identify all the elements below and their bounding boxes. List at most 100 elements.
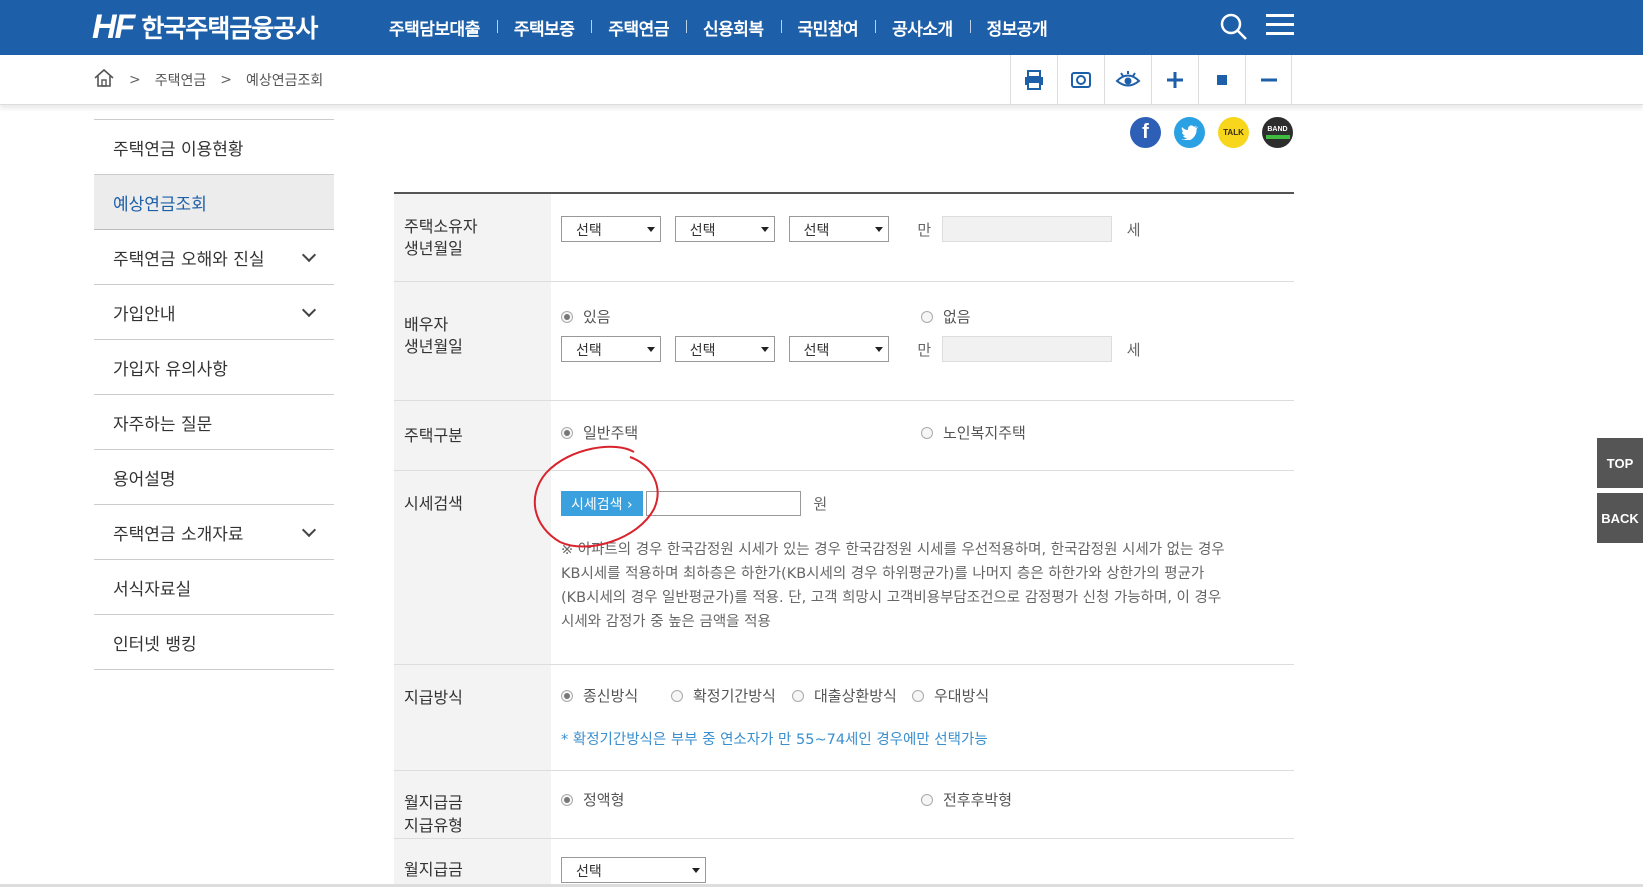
top-button[interactable]: TOP <box>1597 438 1643 488</box>
view-eye-icon[interactable] <box>1104 55 1151 105</box>
spouse-age-field <box>941 336 1112 362</box>
twitter-icon[interactable] <box>1174 117 1205 148</box>
row-label: 시세검색 <box>394 471 551 664</box>
radio-label: 정액형 <box>583 791 625 809</box>
row-label-line: 지급유형 <box>404 816 463 835</box>
home-icon[interactable] <box>93 68 115 92</box>
spouse-month-select[interactable]: 선택 <box>674 336 775 362</box>
breadcrumb-current: 예상연금조회 <box>246 73 324 89</box>
form-row-price: 시세검색 시세검색 › 원 ※ 아파트의 경우 한국감정원 시세가 있는 경우 … <box>394 471 1294 665</box>
form-row-house-type: 주택구분 일반주택 노인복지주택 <box>394 401 1294 471</box>
nav-pension[interactable]: 주택연금 <box>591 15 686 40</box>
sidebar-item-label: 가입안내 <box>113 304 176 325</box>
general-house-radio[interactable]: 일반주택 <box>561 422 638 443</box>
row-content: 종신방식 확정기간방식 대출상환방식 우대방식 * 확정기간방식은 부부 중 연… <box>551 665 1294 770</box>
menu-icon[interactable] <box>1266 14 1294 38</box>
nav-participation[interactable]: 국민참여 <box>780 15 876 40</box>
sidebar-item-label: 주택연금 이용현황 <box>113 139 244 160</box>
owner-day-select[interactable]: 선택 <box>788 216 889 242</box>
fixed-term-radio[interactable]: 확정기간방식 <box>671 685 776 706</box>
row-content: 선택 선택 선택 만 세 <box>551 194 1294 281</box>
back-button[interactable]: BACK <box>1597 493 1643 543</box>
spouse-yes-radio[interactable]: 있음 <box>561 306 611 327</box>
top-header: HF 한국주택금융공사 주택담보대출 주택보증 주택연금 신용회복 국민참여 공… <box>0 0 1643 55</box>
sidebar-item-glossary[interactable]: 용어설명 <box>94 450 334 505</box>
price-note-line: ※ 아파트의 경우 한국감정원 시세가 있는 경우 한국감정원 시세를 우선적용… <box>561 542 1225 558</box>
annotation-circle <box>533 445 659 548</box>
row-label-line: 생년월일 <box>404 337 463 356</box>
row-label: 월지급금 <box>394 839 551 887</box>
spouse-day-select[interactable]: 선택 <box>788 336 889 362</box>
nav-mortgage[interactable]: 주택담보대출 <box>372 15 497 40</box>
breadcrumb: > 주택연금 > 예상연금조회 <box>93 68 323 92</box>
row-label: 주택소유자 생년월일 <box>394 194 551 281</box>
sidebar-item-faq[interactable]: 자주하는 질문 <box>94 395 334 450</box>
kakaotalk-icon[interactable]: TALK <box>1218 117 1249 148</box>
sidebar-menu: 주택연금 이용현황 예상연금조회 주택연금 오해와 진실 가입안내 가입자 유의… <box>94 119 334 670</box>
sidebar-item-estimate[interactable]: 예상연금조회 <box>94 175 334 230</box>
loan-repay-radio[interactable]: 대출상환방식 <box>792 685 897 706</box>
monthly-select[interactable]: 선택 <box>561 857 706 883</box>
sidebar-item-label: 가입자 유의사항 <box>113 359 228 380</box>
row-content: 있음 없음 선택 선택 선택 만 세 <box>551 282 1294 400</box>
radio-dot <box>921 793 933 806</box>
age-prefix: 만 <box>917 220 932 239</box>
zoom-out-icon[interactable] <box>1245 55 1292 105</box>
price-note: ※ 아파트의 경우 한국감정원 시세가 있는 경우 한국감정원 시세를 우선적용… <box>561 538 1284 634</box>
radio-dot <box>561 689 573 702</box>
preferential-radio[interactable]: 우대방식 <box>912 685 989 706</box>
nav-credit[interactable]: 신용회복 <box>685 15 781 40</box>
sidebar-item-usage[interactable]: 주택연금 이용현황 <box>94 120 334 175</box>
sidebar-item-banking[interactable]: 인터넷 뱅킹 <box>94 615 334 670</box>
row-content: 시세검색 › 원 ※ 아파트의 경우 한국감정원 시세가 있는 경우 한국감정원… <box>551 471 1294 664</box>
logo-mark: HF <box>92 7 135 46</box>
site-logo[interactable]: HF 한국주택금융공사 <box>92 6 318 48</box>
radio-dot <box>921 426 933 439</box>
sidebar-item-label: 서식자료실 <box>113 579 192 600</box>
search-icon[interactable] <box>1219 12 1249 42</box>
price-input[interactable] <box>645 491 801 516</box>
nav-about[interactable]: 공사소개 <box>875 15 970 40</box>
print-icon[interactable] <box>1010 55 1057 105</box>
owner-year-select[interactable]: 선택 <box>561 216 661 242</box>
price-search-line: 시세검색 › 원 <box>561 491 1284 516</box>
breadcrumb-item[interactable]: 주택연금 <box>155 70 207 90</box>
page-tools <box>1010 55 1292 105</box>
form-row-monthly-type: 월지급금 지급유형 정액형 전후후박형 <box>394 771 1294 839</box>
zoom-reset-icon[interactable] <box>1198 55 1245 105</box>
radio-label: 있음 <box>583 308 611 326</box>
sns-share: f TALK BAND <box>1130 117 1306 148</box>
radio-label: 전후후박형 <box>943 791 1013 809</box>
sidebar-item-label: 주택연금 오해와 진실 <box>113 249 265 270</box>
breadcrumb-separator: > <box>220 72 232 88</box>
price-note-line: (KB시세의 경우 일반평균가)를 적용. 단, 고객 희망시 고객비용부담조건… <box>561 590 1222 606</box>
sidebar-item-cautions[interactable]: 가입자 유의사항 <box>94 340 334 395</box>
front-loaded-radio[interactable]: 전후후박형 <box>921 789 1012 810</box>
radio-label: 종신방식 <box>583 687 639 705</box>
breadcrumb-separator: > <box>129 72 141 88</box>
radio-dot <box>792 689 804 702</box>
sidebar-item-myths[interactable]: 주택연금 오해와 진실 <box>94 230 334 285</box>
form-row-payment: 지급방식 종신방식 확정기간방식 대출상환방식 우대방식 * 확정기간방식은 부… <box>394 665 1294 771</box>
owner-month-select[interactable]: 선택 <box>674 216 775 242</box>
chevron-down-icon <box>301 247 317 262</box>
sidebar-item-forms[interactable]: 서식자료실 <box>94 560 334 615</box>
sidebar-item-materials[interactable]: 주택연금 소개자료 <box>94 505 334 560</box>
senior-welfare-house-radio[interactable]: 노인복지주택 <box>921 422 1026 443</box>
nav-guarantee[interactable]: 주택보증 <box>496 15 592 40</box>
sidebar-item-join[interactable]: 가입안내 <box>94 285 334 340</box>
row-content: 선택 <box>551 839 1294 887</box>
spouse-no-radio[interactable]: 없음 <box>921 306 971 327</box>
main-nav: 주택담보대출 주택보증 주택연금 신용회복 국민참여 공사소개 정보공개 <box>372 0 1064 55</box>
row-content: 정액형 전후후박형 <box>551 771 1294 838</box>
nav-disclosure[interactable]: 정보공개 <box>969 15 1065 40</box>
radio-dot <box>561 310 573 323</box>
capture-icon[interactable] <box>1057 55 1104 105</box>
radio-dot <box>561 793 573 806</box>
lifetime-radio[interactable]: 종신방식 <box>561 685 638 706</box>
fixed-amount-radio[interactable]: 정액형 <box>561 789 624 810</box>
band-icon[interactable]: BAND <box>1262 117 1293 148</box>
zoom-in-icon[interactable] <box>1151 55 1198 105</box>
spouse-year-select[interactable]: 선택 <box>561 336 661 362</box>
facebook-icon[interactable]: f <box>1130 117 1161 148</box>
